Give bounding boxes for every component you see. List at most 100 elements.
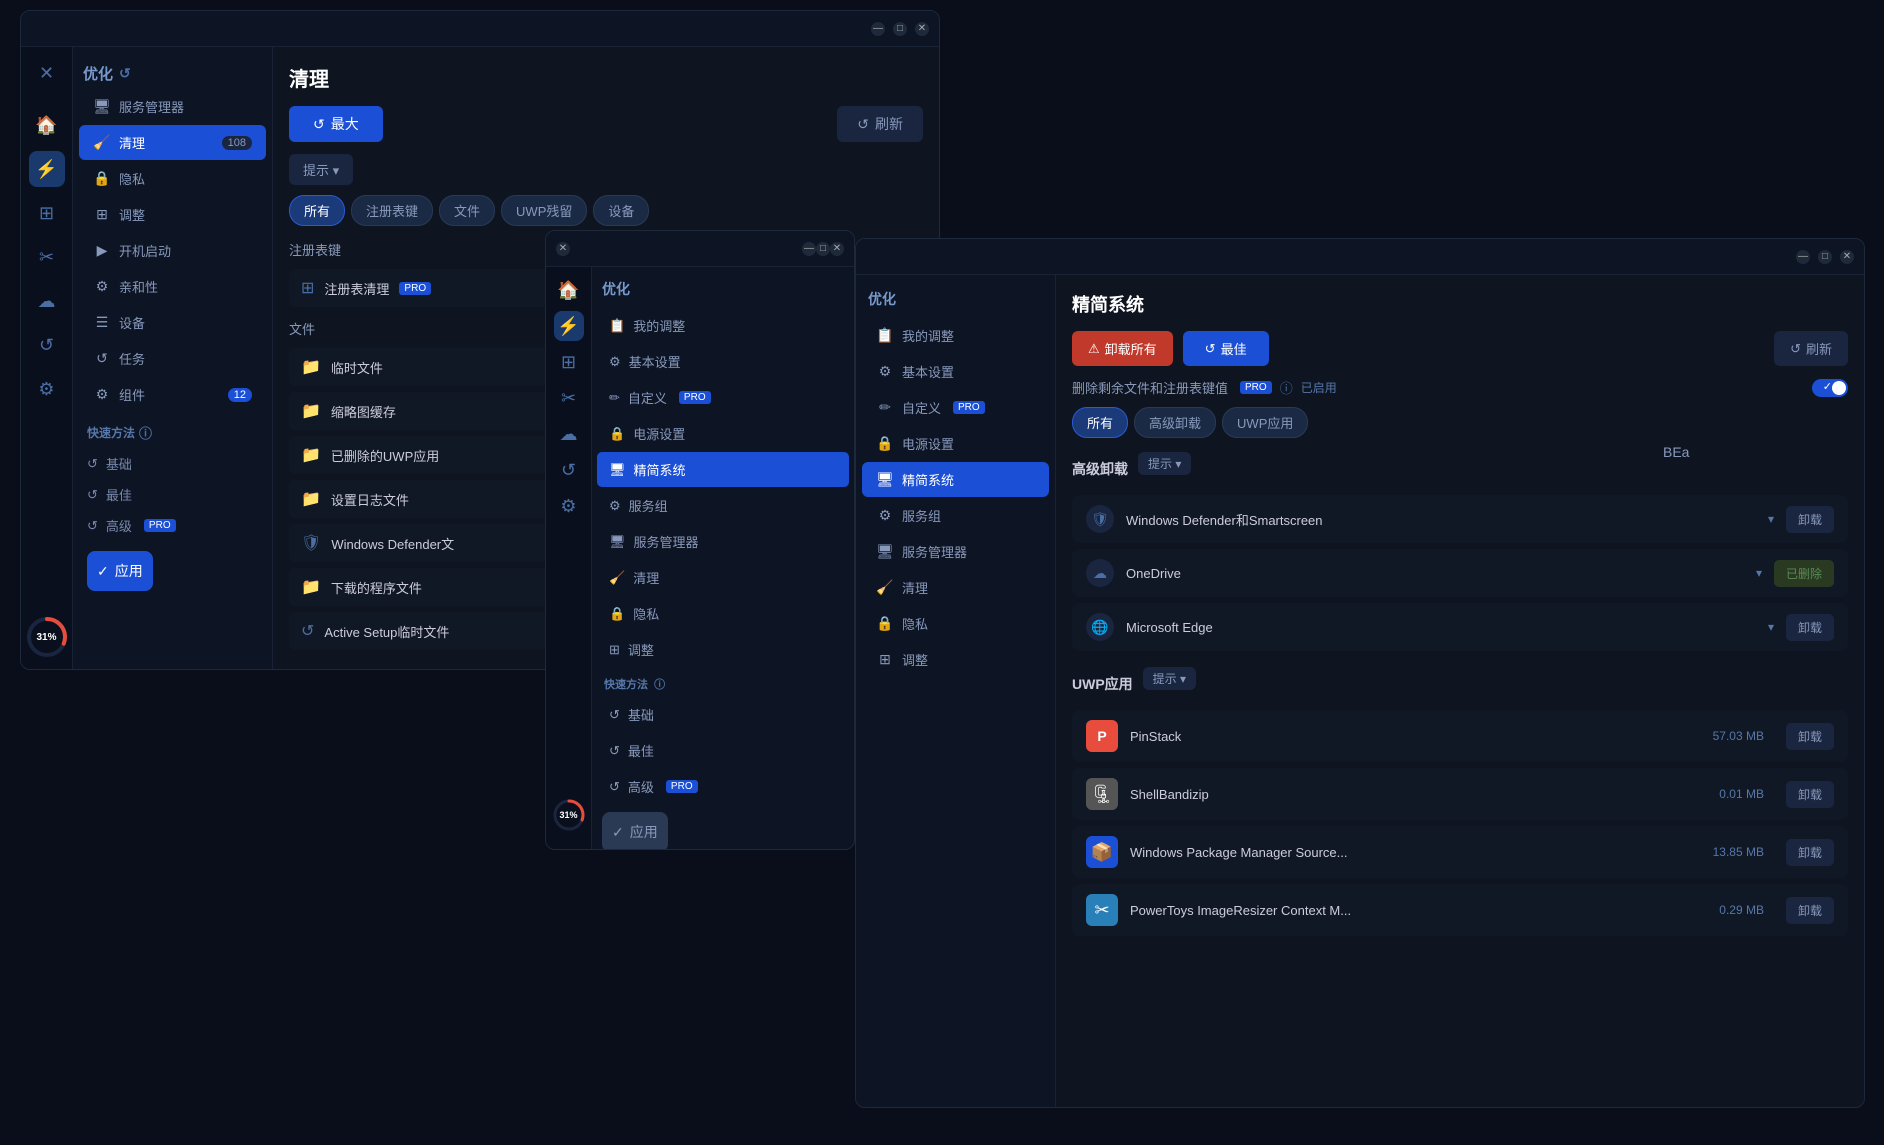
onedrive-deleted-btn[interactable]: 已删除 [1774,560,1834,587]
btn-unload-all[interactable]: ⚠ 卸载所有 [1072,331,1173,366]
hint-btn[interactable]: 提示 ▾ [289,154,353,185]
history-icon-btn[interactable]: ↺ [29,327,65,363]
right-filter-advanced[interactable]: 高级卸载 [1134,407,1216,438]
right-nav-service-mgr[interactable]: 🖥 服务管理器 [862,534,1049,569]
mid-close-btn[interactable]: ✕ [556,242,570,256]
right-close-btn[interactable]: ✕ [1840,250,1854,264]
filter-registry[interactable]: 注册表键 [351,195,433,226]
mid-nav-adjust[interactable]: ⊞ 调整 [597,632,849,667]
method-basic[interactable]: ↺ 基础 [73,448,272,479]
right-nav-service-group[interactable]: ⚙ 服务组 [862,498,1049,533]
right-nav-basic[interactable]: ⚙ 基本设置 [862,354,1049,389]
pinstack-name: PinStack [1130,729,1701,744]
mid-nav-clean[interactable]: 🧹 清理 [597,560,849,595]
mid-home-btn[interactable]: 🏠 [554,275,584,305]
right-minimize-btn[interactable]: — [1796,250,1810,264]
filter-uwp[interactable]: UWP残留 [501,195,587,226]
right-nav-slim[interactable]: 🖥 精简系统 [862,462,1049,497]
mid-nav-service-mgr[interactable]: 🖥 服务管理器 [597,524,849,559]
wpkgmgr-unload-btn[interactable]: 卸载 [1786,839,1834,866]
custom-pro-badge: PRO [679,391,711,404]
btn-max[interactable]: ↺ 最大 [289,106,383,142]
right-nav-power[interactable]: 🔒 电源设置 [862,426,1049,461]
nav-device[interactable]: ☰ 设备 [79,305,266,340]
nav-task[interactable]: ↺ 任务 [79,341,266,376]
edge-unload-btn[interactable]: 卸载 [1786,614,1834,641]
method-best[interactable]: ↺ 最佳 [73,479,272,510]
mid-method-advanced[interactable]: ↺ 高级 PRO [597,769,849,804]
mid-method-best[interactable]: ↺ 最佳 [597,733,849,768]
filter-device[interactable]: 设备 [593,195,649,226]
mid-close2-btn[interactable]: ✕ [830,242,844,256]
btn-best[interactable]: ↺ 最佳 [1183,331,1269,366]
app-row-shellbandizip: 🗜 ShellBandizip 0.01 MB 卸载 [1072,768,1848,820]
warning-icon: ⚠ [1088,341,1100,357]
mid-nav-power[interactable]: 🔒 电源设置 [597,416,849,451]
filter-file[interactable]: 文件 [439,195,495,226]
defender-expand-row[interactable]: 🛡 Windows Defender和Smartscreen ▾ 卸载 [1072,495,1848,543]
close-icon[interactable]: ✕ [31,57,63,89]
mid-nav-slim[interactable]: 🖥 精简系统 [597,452,849,487]
mid-apply-btn[interactable]: ✓ 应用 [602,812,668,849]
mid-speed-btn[interactable]: ⚡ [554,311,584,341]
uwp-hint-btn[interactable]: 提示 ▾ [1143,667,1196,690]
right-nav-adjust[interactable]: ⊞ 调整 [862,642,1049,677]
grid-icon-btn[interactable]: ⊞ [29,195,65,231]
nav-privacy[interactable]: 🔒 隐私 [79,161,266,196]
apply-button[interactable]: ✓ 应用 [87,551,153,591]
right-filter-uwp[interactable]: UWP应用 [1222,407,1308,438]
close-btn[interactable]: ✕ [915,22,929,36]
nav-sidebar: 优化 ↺ 🖥 服务管理器 🧹 清理 108 🔒 隐私 ⊞ 调整 ▶ [73,47,273,669]
right-nav-my-adjust[interactable]: 📋 我的调整 [862,318,1049,353]
nav-affinity[interactable]: ⚙ 亲和性 [79,269,266,304]
deleted-uwp-icon: 📁 [301,445,321,465]
defender-unload-btn[interactable]: 卸载 [1786,506,1834,533]
mid-grid-btn[interactable]: ⊞ [554,347,584,377]
right-nav-clean[interactable]: 🧹 清理 [862,570,1049,605]
filter-all[interactable]: 所有 [289,195,345,226]
onedrive-expand-row[interactable]: ☁ OneDrive ▾ 已删除 [1072,549,1848,597]
mid-nav-my-adjust[interactable]: 📋 我的调整 [597,308,849,343]
edge-chevron: ▾ [1768,620,1774,634]
main-section-title: 清理 [289,63,923,92]
nav-clean[interactable]: 🧹 清理 108 [79,125,266,160]
service-mgr-icon: 🖥 [609,534,626,550]
mid-method-basic[interactable]: ↺ 基础 [597,697,849,732]
minimize-btn[interactable]: — [871,22,885,36]
mid-history-btn[interactable]: ↺ [554,455,584,485]
btn-refresh-right[interactable]: ↺ 刷新 [1774,331,1848,366]
right-nav-privacy[interactable]: 🔒 隐私 [862,606,1049,641]
advanced-hint-btn[interactable]: 提示 ▾ [1138,452,1191,475]
right-maximize-btn[interactable]: □ [1818,250,1832,264]
cloud-icon-btn[interactable]: ☁ [29,283,65,319]
nav-startup[interactable]: ▶ 开机启动 [79,233,266,268]
mid-nav-service-group[interactable]: ⚙ 服务组 [597,488,849,523]
tools-icon-btn[interactable]: ✂ [29,239,65,275]
mid-nav-custom[interactable]: ✏ 自定义 PRO [597,380,849,415]
right-privacy-icon: 🔒 [876,615,894,632]
mid-maximize-btn[interactable]: □ [816,242,830,256]
mid-nav-privacy[interactable]: 🔒 隐私 [597,596,849,631]
mid-nav-basic-setting[interactable]: ⚙ 基本设置 [597,344,849,379]
mid-minimize-btn[interactable]: — [802,242,816,256]
home-icon-btn[interactable]: 🏠 [29,107,65,143]
info-pro-badge: PRO [1240,381,1272,394]
right-nav-custom[interactable]: ✏ 自定义 PRO [862,390,1049,425]
shellbandizip-unload-btn[interactable]: 卸载 [1786,781,1834,808]
nav-component[interactable]: ⚙ 组件 12 [79,377,266,412]
edge-expand-row[interactable]: 🌐 Microsoft Edge ▾ 卸载 [1072,603,1848,651]
toggle-enabled[interactable]: ✓ [1812,379,1848,397]
nav-service-manager[interactable]: 🖥 服务管理器 [79,89,266,124]
maximize-btn[interactable]: □ [893,22,907,36]
speed-icon-btn[interactable]: ⚡ [29,151,65,187]
mid-tools-btn[interactable]: ✂ [554,383,584,413]
right-filter-all[interactable]: 所有 [1072,407,1128,438]
method-advanced[interactable]: ↺ 高级 PRO [73,510,272,541]
pinstack-unload-btn[interactable]: 卸载 [1786,723,1834,750]
btn-refresh[interactable]: ↺ 刷新 [837,106,923,142]
mid-cloud-btn[interactable]: ☁ [554,419,584,449]
mid-settings-btn[interactable]: ⚙ [554,491,584,521]
powertoys-unload-btn[interactable]: 卸载 [1786,897,1834,924]
settings-icon-btn[interactable]: ⚙ [29,371,65,407]
nav-adjust[interactable]: ⊞ 调整 [79,197,266,232]
